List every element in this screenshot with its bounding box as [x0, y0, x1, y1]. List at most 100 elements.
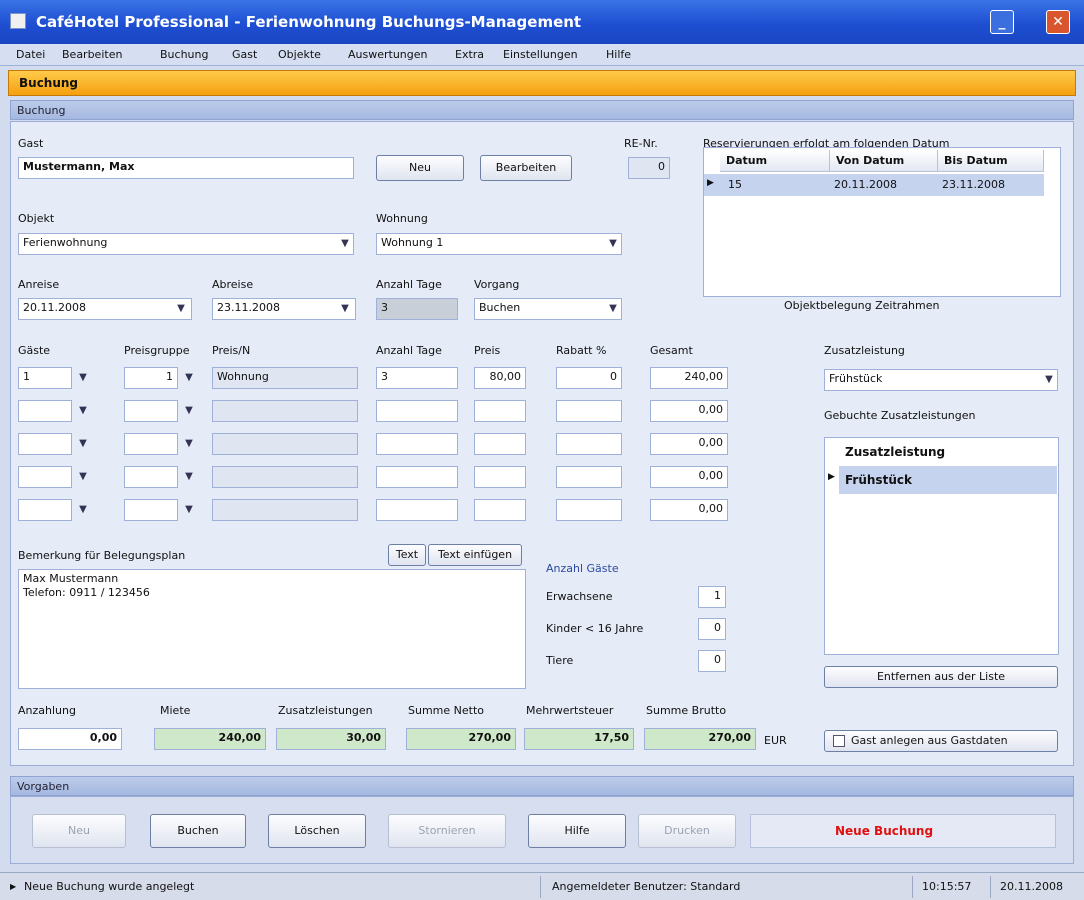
- pricegroup-field[interactable]: [124, 400, 178, 422]
- children-field[interactable]: 0: [698, 618, 726, 640]
- book-button[interactable]: Buchen: [150, 814, 246, 848]
- cancel-booking-button[interactable]: Stornieren: [388, 814, 506, 848]
- price-col-price: Preis: [474, 344, 501, 357]
- chevron-down-icon[interactable]: ▼: [182, 437, 196, 451]
- chevron-down-icon[interactable]: ▼: [76, 437, 90, 451]
- deposit-field[interactable]: 0,00: [18, 728, 122, 750]
- chevron-down-icon[interactable]: ▼: [338, 302, 352, 316]
- chevron-down-icon[interactable]: ▼: [182, 371, 196, 385]
- guests-field[interactable]: [18, 466, 72, 488]
- title-bar: CaféHotel Professional - Ferienwohnung B…: [0, 0, 1084, 44]
- price-field[interactable]: 80,00: [474, 367, 526, 389]
- new-button[interactable]: Neu: [32, 814, 126, 848]
- price-field[interactable]: [474, 433, 526, 455]
- guests-field[interactable]: [18, 433, 72, 455]
- menu-einstellungen[interactable]: Einstellungen: [503, 48, 578, 61]
- pricegroup-field[interactable]: 1: [124, 367, 178, 389]
- days-row-field[interactable]: 3: [376, 367, 458, 389]
- guests-field[interactable]: [18, 499, 72, 521]
- minimize-button[interactable]: _: [990, 10, 1014, 34]
- discount-field[interactable]: [556, 400, 622, 422]
- table-row[interactable]: ▶ 15 20.11.2008 23.11.2008: [704, 174, 1044, 196]
- chevron-down-icon[interactable]: ▼: [606, 237, 620, 251]
- pets-field[interactable]: 0: [698, 650, 726, 672]
- guests-field[interactable]: [18, 400, 72, 422]
- days-row-field[interactable]: [376, 466, 458, 488]
- row-pointer-icon: ▶: [828, 472, 835, 482]
- discount-field[interactable]: 0: [556, 367, 622, 389]
- extras-select[interactable]: Frühstück: [824, 369, 1058, 391]
- chevron-down-icon[interactable]: ▼: [76, 470, 90, 484]
- menu-hilfe[interactable]: Hilfe: [606, 48, 631, 61]
- guests-field[interactable]: 1: [18, 367, 72, 389]
- object-select[interactable]: Ferienwohnung: [18, 233, 354, 255]
- vacation-table[interactable]: Datum Von Datum Bis Datum ▶ 15 20.11.200…: [703, 147, 1061, 297]
- discount-field[interactable]: [556, 433, 622, 455]
- chevron-down-icon[interactable]: ▼: [606, 302, 620, 316]
- room-select[interactable]: Wohnung 1: [376, 233, 622, 255]
- vat-total: 17,50: [524, 728, 634, 750]
- guest-new-button[interactable]: Neu: [376, 155, 464, 181]
- guest-field[interactable]: Mustermann, Max: [18, 157, 354, 179]
- close-button[interactable]: ✕: [1046, 10, 1070, 34]
- remarks-line-2: Telefon: 0911 / 123456: [23, 586, 150, 599]
- menu-auswertungen[interactable]: Auswertungen: [348, 48, 428, 61]
- price-field[interactable]: [474, 400, 526, 422]
- days-row-field[interactable]: [376, 433, 458, 455]
- menu-gast[interactable]: Gast: [232, 48, 257, 61]
- price-field[interactable]: [474, 466, 526, 488]
- menu-datei[interactable]: Datei: [16, 48, 45, 61]
- remarks-text-button[interactable]: Text: [388, 544, 426, 566]
- chevron-down-icon[interactable]: ▼: [182, 404, 196, 418]
- pricegroup-field[interactable]: [124, 466, 178, 488]
- checkbox-icon[interactable]: [833, 735, 845, 747]
- remarks-insert-button[interactable]: Text einfügen: [428, 544, 522, 566]
- booking-type-select[interactable]: Buchen: [474, 298, 622, 320]
- create-guest-button[interactable]: Gast anlegen aus Gastdaten: [824, 730, 1058, 752]
- remarks-textarea[interactable]: Max Mustermann Telefon: 0911 / 123456: [18, 569, 526, 689]
- arrival-date-picker[interactable]: 20.11.2008: [18, 298, 192, 320]
- total-field: 0,00: [650, 433, 728, 455]
- adults-field[interactable]: 1: [698, 586, 726, 608]
- help-button[interactable]: Hilfe: [528, 814, 626, 848]
- menu-bearbeiten[interactable]: Bearbeiten: [62, 48, 122, 61]
- list-item[interactable]: Zusatzleistung: [839, 438, 1057, 466]
- discount-field[interactable]: [556, 499, 622, 521]
- discount-field[interactable]: [556, 466, 622, 488]
- days-row-field[interactable]: [376, 400, 458, 422]
- menu-extra[interactable]: Extra: [455, 48, 484, 61]
- vacation-col-to[interactable]: Bis Datum: [938, 150, 1044, 172]
- actions-header: Vorgaben: [10, 776, 1074, 796]
- chevron-down-icon[interactable]: ▼: [1042, 373, 1056, 387]
- menu-buchung[interactable]: Buchung: [160, 48, 208, 61]
- days-row-field[interactable]: [376, 499, 458, 521]
- price-field[interactable]: [474, 499, 526, 521]
- delete-button[interactable]: Löschen: [268, 814, 366, 848]
- extras-total: 30,00: [276, 728, 386, 750]
- unit-field: [212, 499, 358, 521]
- chevron-down-icon[interactable]: ▼: [76, 503, 90, 517]
- gross-label: Summe Brutto: [646, 704, 727, 717]
- pricegroup-field[interactable]: [124, 499, 178, 521]
- chevron-down-icon[interactable]: ▼: [76, 404, 90, 418]
- print-button[interactable]: Drucken: [638, 814, 736, 848]
- chevron-down-icon[interactable]: ▼: [76, 371, 90, 385]
- pricegroup-field[interactable]: [124, 433, 178, 455]
- chevron-down-icon[interactable]: ▼: [182, 503, 196, 517]
- net-label: Summe Netto: [408, 704, 485, 717]
- status-icon: ▶: [10, 882, 17, 891]
- menu-objekte[interactable]: Objekte: [278, 48, 321, 61]
- vacation-col-date[interactable]: Datum: [720, 150, 830, 172]
- remove-extra-button[interactable]: Entfernen aus der Liste: [824, 666, 1058, 688]
- chevron-down-icon[interactable]: ▼: [182, 470, 196, 484]
- vacation-col-from[interactable]: Von Datum: [830, 150, 938, 172]
- extras-list[interactable]: Zusatzleistung Frühstück ▶: [824, 437, 1059, 655]
- days-field: 3: [376, 298, 458, 320]
- departure-date-picker[interactable]: 23.11.2008: [212, 298, 356, 320]
- guest-edit-button[interactable]: Bearbeiten: [480, 155, 572, 181]
- chevron-down-icon[interactable]: ▼: [338, 237, 352, 251]
- list-item[interactable]: Frühstück: [839, 466, 1057, 494]
- chevron-down-icon[interactable]: ▼: [174, 302, 188, 316]
- create-guest-label: Gast anlegen aus Gastdaten: [851, 734, 1008, 747]
- days-label: Anzahl Tage: [376, 278, 442, 291]
